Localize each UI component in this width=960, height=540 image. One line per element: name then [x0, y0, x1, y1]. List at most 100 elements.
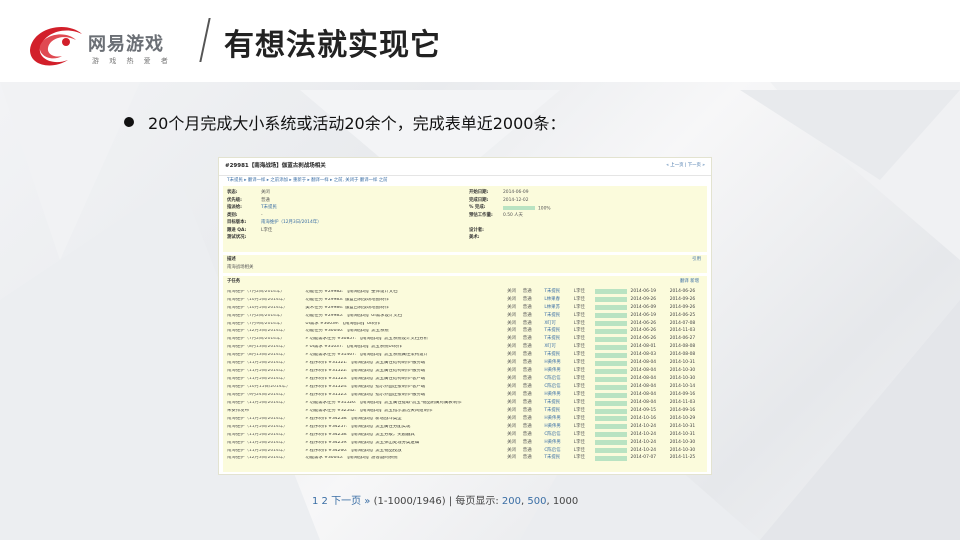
- row-version: 南海维护（8月13日/2014年）: [227, 345, 288, 350]
- slide-header: 网易游戏 游 戏 热 爱 者 有想法就实现它: [0, 0, 960, 82]
- row-task-name[interactable]: » 功能需求任务 #32542: 【南海战场】流宝指示激活关闭组制作: [305, 409, 507, 413]
- row-task-name[interactable]: » 功能需求任务 #31526: 【南海战场】流宝属性提取·流宝·物品附属对属表…: [305, 401, 507, 405]
- row-task-name[interactable]: » 程序制作 #31524: 【南海战场】指示界面连接制作-客户端: [305, 385, 507, 389]
- issue-header: #29981【南海战场】伽蓝古刹战场相关 « 上一页 | 下一页 »: [219, 158, 711, 176]
- row-assignee[interactable]: T未提民: [544, 329, 573, 334]
- row-status: 关闭: [507, 431, 516, 437]
- table-row[interactable]: 南海维护（11月5日/2014年） » 程序制作 #31522: 【南海战场】流宝…: [227, 367, 703, 375]
- row-start-date: 2014-10-16: [630, 415, 657, 421]
- issue-pager-nav[interactable]: « 上一页 | 下一页 »: [666, 163, 705, 168]
- row-assignee[interactable]: L林果苏: [544, 305, 573, 310]
- row-assignee[interactable]: C陈启信: [544, 432, 573, 437]
- row-status: 关闭: [507, 407, 516, 413]
- row-task-name[interactable]: » 程序制作 #34260: 【南海战场】流宝物品投放: [305, 449, 507, 453]
- table-row[interactable]: 未安排发布 » 功能需求任务 #32542: 【南海战场】流宝指示激活关闭组制作关…: [227, 407, 703, 415]
- row-task-name[interactable]: 功能任务 #29983: 伽蓝古刹战场地图制作: [305, 298, 507, 302]
- row-status: 关闭: [507, 352, 516, 358]
- next-page-link[interactable]: 下一页 »: [331, 496, 370, 507]
- row-priority: 普通: [522, 352, 532, 358]
- row-priority: 普通: [522, 391, 532, 397]
- row-progress-bar: [595, 297, 630, 303]
- table-row[interactable]: 南海维护（10月5日/2014年） 美术任务 #29984: 伽蓝古刹战场地图制作…: [227, 304, 703, 312]
- issue-history-links[interactable]: T未提民 ▸ 翻译一样 ▸ 之前添加 ▸ 重新于 ▸ 翻译一样 ▸ 之前, 关闭…: [219, 176, 711, 186]
- row-end-date: 2014-10-31: [669, 431, 696, 437]
- table-row[interactable]: 南海维护（7月2日/2014年） » 功能需求任务 #30857: 【南海战场】流…: [227, 336, 703, 344]
- table-row[interactable]: 南海维护（11月5日/2014年） » 程序制作 #34257: 【南海战场】流宝…: [227, 423, 703, 431]
- row-task-name[interactable]: » 程序制作 #34258: 【南海战场】流宝分级，奖励器具: [305, 433, 507, 437]
- row-task-name[interactable]: » 程序制作 #31521: 【南海战场】流宝属性结构制作-服务端: [305, 361, 507, 365]
- row-task-name[interactable]: UI需求 #30039: 【南海战场】UI制作: [305, 322, 507, 326]
- row-task-name[interactable]: » 程序制作 #31523: 【南海战场】流宝属性结构制作-客户端: [305, 377, 507, 381]
- table-row[interactable]: 南海维护（12月3日/2014年） 功能任务 #30040: 【南海战场】流宝系统…: [227, 328, 703, 336]
- slide-title: 有想法就实现它: [224, 28, 441, 63]
- row-task-name[interactable]: 功能任务 #29985: 【南海战场】UI需求设计文档: [305, 314, 507, 318]
- row-task-name[interactable]: » UI需求 #31037: 【南海战场】流宝系统UI制作: [305, 345, 507, 349]
- table-row[interactable]: 南海维护（7月2日/2014年） 功能任务 #29985: 【南海战场】UI需求设…: [227, 312, 703, 320]
- row-task-name[interactable]: 功能需求 #30045: 【南海战场】游客副同系统: [305, 456, 507, 460]
- row-start-date: 2014-06-09: [630, 304, 657, 310]
- row-assignee[interactable]: H黄伟男: [544, 360, 573, 365]
- row-assignee[interactable]: H黄伟男: [544, 424, 573, 429]
- table-row[interactable]: 南海维护（11月5日/2014年） » 程序制作 #34258: 【南海战场】流宝…: [227, 431, 703, 439]
- row-assignee[interactable]: H黄伟男: [544, 368, 573, 373]
- page-size-500[interactable]: 500: [527, 496, 546, 507]
- row-progress-bar: [595, 337, 630, 343]
- row-assignee[interactable]: L林果春: [544, 297, 573, 302]
- table-row[interactable]: 南海维护（7月9日/2014年） UI需求 #30039: 【南海战场】UI制作关…: [227, 320, 703, 328]
- table-row[interactable]: 南海维护（11月5日/2014年） » 程序制作 #34259: 【南海战场】流宝…: [227, 439, 703, 447]
- table-row[interactable]: 南海维护（11月5日/2014年） » 程序制作 #34258: 【南海战场】新增…: [227, 415, 703, 423]
- row-task-name[interactable]: 功能任务 #30040: 【南海战场】流宝系统: [305, 329, 507, 333]
- table-row[interactable]: 南海维护（11月5日/2014年） » 功能需求任务 #31526: 【南海战场】…: [227, 399, 703, 407]
- row-version: 南海维护（10月5日/2014年）: [227, 297, 288, 302]
- table-row[interactable]: 南海维护（11月5日/2014年） » 程序制作 #31523: 【南海战场】流宝…: [227, 375, 703, 383]
- row-assignee[interactable]: T未提民: [544, 456, 573, 461]
- row-priority: 普通: [522, 455, 532, 461]
- row-task-name[interactable]: » 功能需求任务 #31467: 【南海战场】流宝系统属性架构设计: [305, 353, 507, 357]
- page-numbers[interactable]: 1 2: [312, 496, 328, 507]
- table-row[interactable]: 南海维护（10月15日/2014年） » 程序制作 #31524: 【南海战场】指…: [227, 383, 703, 391]
- row-start-date: 2014-06-19: [630, 312, 657, 318]
- table-row[interactable]: 南海维护（8月13日/2014年） » 功能需求任务 #31467: 【南海战场】…: [227, 352, 703, 360]
- table-row[interactable]: 南海维护（10月5日/2014年） 功能任务 #29983: 伽蓝古刹战场地图制作…: [227, 296, 703, 304]
- table-row[interactable]: 南海维护（11月5日/2014年） » 程序制作 #34260: 【南海战场】流宝…: [227, 447, 703, 455]
- row-assignee[interactable]: X叮叮: [544, 321, 573, 326]
- row-task-name[interactable]: 功能任务 #29982: 【南海战场】整体设计文档: [305, 290, 507, 294]
- row-task-name[interactable]: » 程序制作 #31525: 【南海战场】指示界面连接制作-服务端: [305, 393, 507, 397]
- table-row[interactable]: 南海维护（11月5日/2014年） » 程序制作 #31521: 【南海战场】流宝…: [227, 359, 703, 367]
- row-assignee[interactable]: C陈启信: [544, 376, 573, 381]
- attribute-value: 0.50 人天: [503, 212, 523, 218]
- quote-link[interactable]: 引用: [692, 257, 701, 262]
- row-task-name[interactable]: » 程序制作 #34258: 【南海战场】新增战斗类型: [305, 417, 507, 421]
- row-qa: L李佳: [573, 376, 585, 382]
- row-start-date: 2014-08-04: [630, 376, 657, 382]
- table-row[interactable]: 南海维护（9月24日/2014年） » 程序制作 #31525: 【南海战场】指示…: [227, 391, 703, 399]
- row-assignee[interactable]: T未提民: [544, 408, 573, 413]
- row-assignee[interactable]: H黄伟男: [544, 440, 573, 445]
- brand-name: 网易游戏: [88, 34, 164, 55]
- row-task-name[interactable]: » 程序制作 #31522: 【南海战场】流宝属性结构制作-服务端: [305, 369, 507, 373]
- row-assignee[interactable]: H黄伟男: [544, 416, 573, 421]
- table-row[interactable]: 南海维护（7月2日/2014年） 功能任务 #29982: 【南海战场】整体设计文…: [227, 288, 703, 296]
- table-row[interactable]: 南海维护（8月13日/2014年） » UI需求 #31037: 【南海战场】流宝…: [227, 344, 703, 352]
- row-task-name[interactable]: » 功能需求任务 #30857: 【南海战场】流宝系统设计文档分析: [305, 337, 507, 341]
- row-assignee[interactable]: T未提民: [544, 289, 573, 294]
- row-task-name[interactable]: » 程序制作 #34259: 【南海战场】流宝弹出处理分类逻辑: [305, 441, 507, 445]
- row-assignee[interactable]: X叮叮: [544, 344, 573, 349]
- row-assignee[interactable]: H黄伟男: [544, 392, 573, 397]
- row-assignee[interactable]: C陈启信: [544, 448, 573, 453]
- row-status: 关闭: [507, 344, 516, 350]
- row-assignee[interactable]: T未提民: [544, 400, 573, 405]
- row-assignee[interactable]: T未提民: [544, 313, 573, 318]
- row-assignee[interactable]: C陈启信: [544, 384, 573, 389]
- row-version: 南海维护（11月5日/2014年）: [227, 400, 288, 405]
- row-task-name[interactable]: 美术任务 #29984: 伽蓝古刹战场地图制作: [305, 306, 507, 310]
- row-version: 南海维护（11月5日/2014年）: [227, 440, 288, 445]
- row-task-name[interactable]: » 程序制作 #34257: 【南海战场】流宝属性分配实现: [305, 425, 507, 429]
- page-size-200[interactable]: 200: [502, 496, 521, 507]
- bullet-dot-icon: [124, 117, 134, 127]
- row-assignee[interactable]: T未提民: [544, 352, 573, 357]
- table-row[interactable]: 南海维护（12月3日/2014年） 功能需求 #30045: 【南海战场】游客副同…: [227, 455, 703, 463]
- subtasks-actions[interactable]: 翻译 新增: [680, 279, 699, 284]
- page-size-1000[interactable]: 1000: [553, 496, 578, 507]
- row-assignee[interactable]: T未提民: [544, 336, 573, 341]
